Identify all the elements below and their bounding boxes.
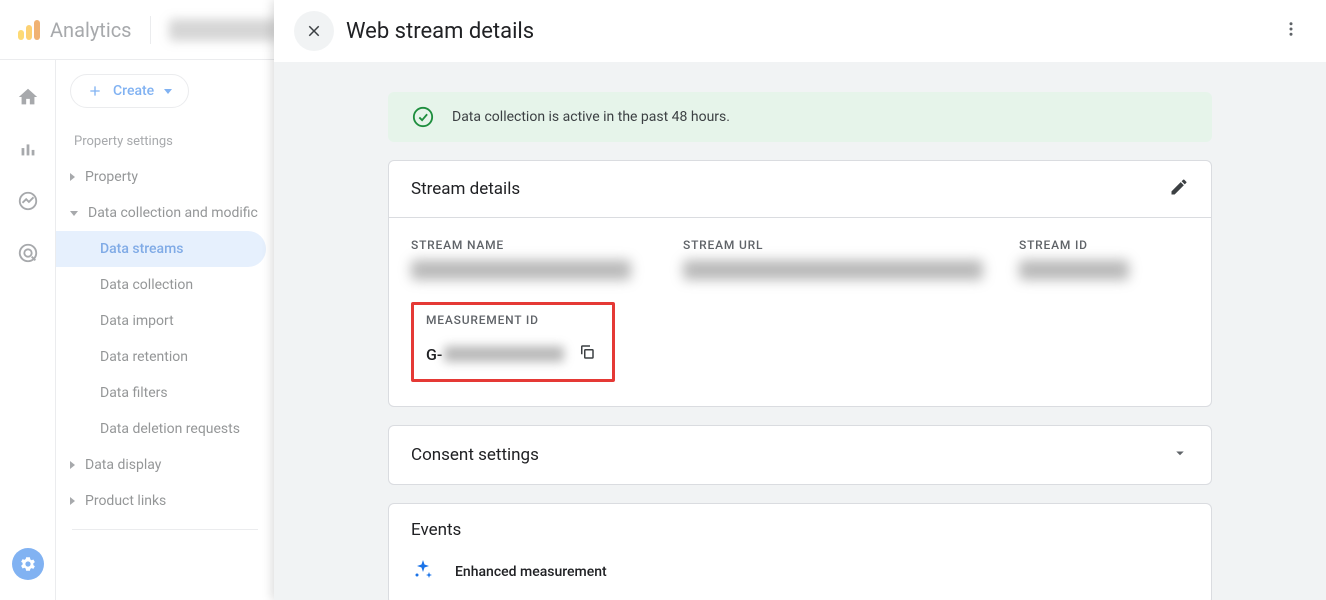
stream-id-value-redacted <box>1019 260 1129 280</box>
close-icon <box>305 22 323 40</box>
close-button[interactable] <box>294 11 334 51</box>
copy-measurement-id-button[interactable] <box>574 339 600 369</box>
more-options-button[interactable] <box>1276 14 1306 48</box>
web-stream-details-panel: Web stream details Data collection is ac… <box>274 0 1326 600</box>
stream-url-label: STREAM URL <box>683 238 1007 252</box>
stream-details-card: Stream details STREAM NAME STREAM URL <box>388 160 1212 407</box>
panel-title: Web stream details <box>346 19 534 44</box>
copy-icon <box>578 343 596 361</box>
measurement-id-highlight: MEASUREMENT ID G- <box>411 302 615 382</box>
measurement-id-label: MEASUREMENT ID <box>426 313 600 327</box>
more-vert-icon <box>1282 20 1300 38</box>
banner-text: Data collection is active in the past 48… <box>452 109 730 125</box>
card-title: Events <box>411 520 461 540</box>
data-collection-status-banner: Data collection is active in the past 48… <box>388 92 1212 142</box>
chevron-down-icon <box>1171 444 1189 466</box>
stream-id-label: STREAM ID <box>1019 238 1189 252</box>
sparkle-icon <box>411 558 435 586</box>
stream-url-value-redacted <box>683 260 983 280</box>
card-title: Consent settings <box>411 445 539 465</box>
events-card: Events Enhanced measurement <box>388 503 1212 600</box>
stream-name-label: STREAM NAME <box>411 238 671 252</box>
enhanced-measurement-label: Enhanced measurement <box>455 564 607 580</box>
stream-name-value-redacted <box>411 260 631 280</box>
edit-button[interactable] <box>1169 177 1189 201</box>
card-title: Stream details <box>411 179 520 199</box>
measurement-id-value: G- <box>426 345 564 364</box>
pencil-icon <box>1169 177 1189 197</box>
measurement-id-redacted <box>444 346 564 362</box>
check-circle-icon <box>412 106 434 128</box>
consent-settings-card[interactable]: Consent settings <box>388 425 1212 485</box>
